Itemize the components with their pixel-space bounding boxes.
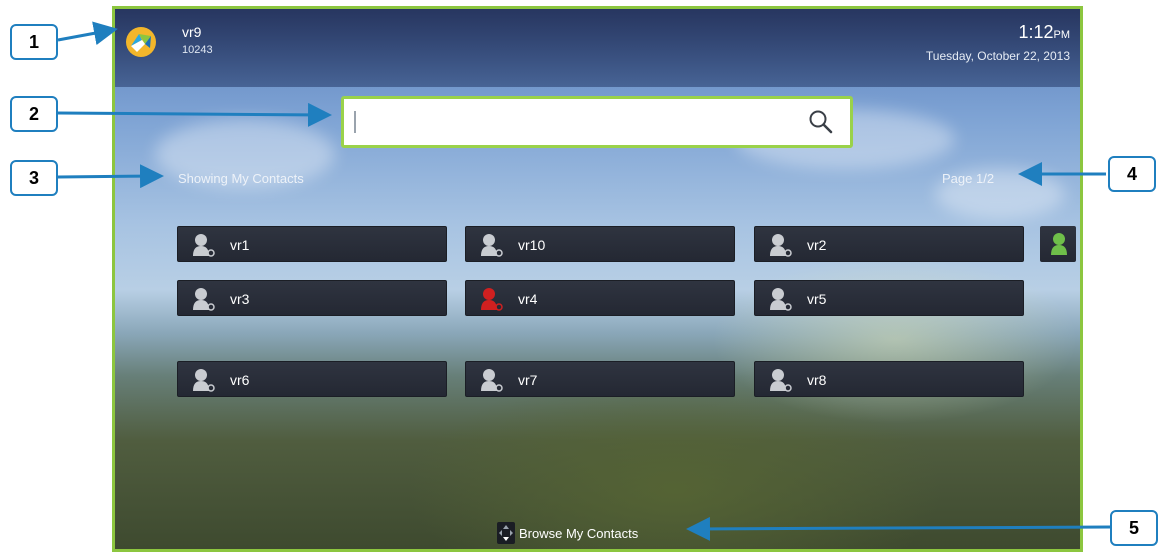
callout-2: 2 xyxy=(10,96,58,132)
callout-arrows xyxy=(57,21,1111,541)
callout-arrow-1 xyxy=(57,21,118,46)
callout-5: 5 xyxy=(1110,510,1158,546)
callout-arrow-3 xyxy=(57,164,164,189)
callout-1: 1 xyxy=(10,24,58,60)
callout-4: 4 xyxy=(1108,156,1156,192)
callout-arrow-2 xyxy=(57,102,332,127)
callout-arrow-5 xyxy=(686,516,1111,541)
callout-3: 3 xyxy=(10,160,58,196)
